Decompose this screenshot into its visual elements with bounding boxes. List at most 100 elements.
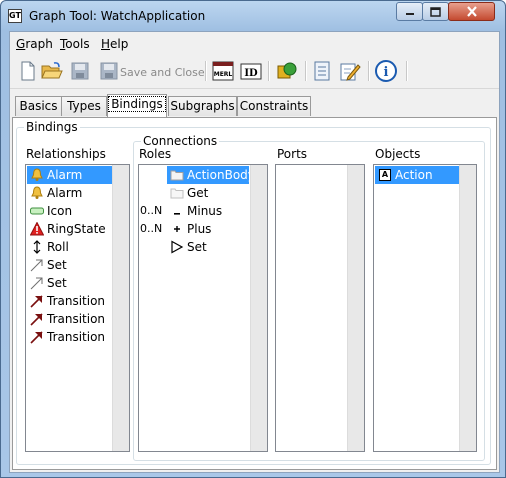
properties-icon: [314, 61, 330, 81]
objects-scrollbar[interactable]: [459, 165, 476, 451]
close-button[interactable]: [448, 2, 495, 21]
objects-label: Objects: [375, 147, 421, 161]
id-icon: ID: [240, 63, 262, 80]
save-and-close-icon-button[interactable]: [97, 60, 121, 82]
save-and-close-button[interactable]: Save and Close: [120, 66, 205, 79]
list-item[interactable]: Alarm: [27, 166, 112, 184]
arrow-icon: [30, 259, 43, 272]
role-cardinality: 0..N: [140, 204, 163, 217]
symbol-button[interactable]: [275, 60, 299, 82]
folder-icon: [170, 188, 184, 199]
list-item[interactable]: Transition: [27, 310, 112, 328]
toolbar-separator: [368, 61, 370, 81]
bindings-group-label: Bindings: [24, 120, 80, 134]
list-item[interactable]: Plus: [167, 220, 249, 238]
toolbar-separator: [305, 61, 307, 81]
menu-bar: Graph Tools Help: [10, 32, 499, 54]
list-item[interactable]: Alarm: [27, 184, 112, 202]
merl-button[interactable]: MERL: [211, 60, 235, 82]
properties-button[interactable]: [310, 60, 334, 82]
list-item[interactable]: RingState: [27, 220, 112, 238]
ports-scrollbar[interactable]: [347, 165, 364, 451]
toolbar-separator: [268, 61, 270, 81]
minimize-button[interactable]: [396, 2, 423, 21]
ports-label: Ports: [277, 147, 308, 161]
roles-label: Roles: [139, 147, 172, 161]
menu-tools[interactable]: Tools: [60, 37, 90, 51]
menu-graph[interactable]: Graph: [16, 37, 53, 51]
title-bar[interactable]: GT Graph Tool: WatchApplication: [1, 1, 505, 31]
list-item[interactable]: Set: [27, 256, 112, 274]
new-button[interactable]: [16, 60, 40, 82]
minimize-icon: [405, 12, 414, 15]
double-arrow-icon: [33, 240, 41, 254]
edit-button[interactable]: [338, 60, 362, 82]
list-item[interactable]: Roll: [27, 238, 112, 256]
list-item[interactable]: Icon: [27, 202, 112, 220]
symbol-shapes-icon: [277, 62, 297, 79]
edit-pencil-icon: [340, 63, 361, 81]
tab-subgraphs[interactable]: Subgraphs: [168, 96, 237, 116]
connections-group-label: Connections: [141, 134, 220, 148]
bindings-panel: Bindings Relationships Alarm Alarm Icon: [12, 117, 497, 470]
svg-text:MERL: MERL: [214, 71, 233, 78]
transition-arrow-icon: [30, 295, 43, 308]
minus-icon: [174, 213, 180, 215]
toolbar-separator: [205, 61, 207, 81]
list-item[interactable]: ActionBody: [167, 166, 255, 184]
tab-bindings[interactable]: Bindings: [107, 94, 167, 117]
plus-icon: [174, 226, 180, 232]
tab-strip: Basics Types Bindings Subgraphs Constrai…: [10, 94, 499, 118]
icon-shape-icon: [30, 207, 44, 215]
tab-basics[interactable]: Basics: [15, 96, 62, 116]
object-a-icon: A: [379, 169, 391, 181]
list-item[interactable]: Set: [167, 238, 249, 256]
save-disk-icon: [71, 62, 89, 80]
relationships-scrollbar[interactable]: [112, 165, 129, 451]
objects-list[interactable]: A Action: [373, 164, 477, 452]
transition-arrow-icon: [30, 331, 43, 344]
menu-help[interactable]: Help: [101, 37, 128, 51]
list-item[interactable]: Set: [27, 274, 112, 292]
list-item[interactable]: Transition: [27, 292, 112, 310]
toolbar: Save and Close MERL ID i: [10, 54, 499, 89]
maximize-button[interactable]: [422, 2, 449, 21]
role-cardinality: 0..N: [140, 222, 163, 235]
client-area: Graph Tools Help Save and Close MERL ID …: [9, 31, 500, 473]
relationships-label: Relationships: [26, 147, 106, 161]
ports-list[interactable]: [275, 164, 365, 452]
new-document-icon: [21, 61, 35, 81]
list-item[interactable]: Transition: [27, 328, 112, 346]
open-folder-icon: [41, 62, 63, 79]
list-item[interactable]: A Action: [375, 166, 459, 184]
transition-arrow-icon: [30, 313, 43, 326]
save-and-close-icon: [100, 62, 118, 80]
tab-types[interactable]: Types: [61, 96, 107, 116]
open-button[interactable]: [40, 60, 64, 82]
merl-icon: MERL: [212, 61, 234, 81]
id-button[interactable]: ID: [239, 60, 263, 82]
save-button[interactable]: [68, 60, 92, 82]
relationships-list[interactable]: Alarm Alarm Icon RingState Roll Set Set …: [25, 164, 130, 452]
info-button[interactable]: i: [374, 60, 398, 82]
close-icon: [466, 6, 477, 17]
list-item[interactable]: Get: [167, 184, 249, 202]
bell-icon: [31, 186, 43, 199]
roles-list[interactable]: ActionBody Get 0..N Minus 0..N Plus Set: [138, 164, 268, 452]
triangle-icon: [171, 240, 184, 254]
main-window: GT Graph Tool: WatchApplication Graph To…: [0, 0, 506, 478]
svg-text:i: i: [384, 65, 389, 80]
roles-scrollbar[interactable]: [250, 165, 267, 451]
tab-constraints[interactable]: Constraints: [237, 96, 311, 116]
warning-icon: [30, 222, 44, 236]
svg-text:ID: ID: [244, 68, 258, 79]
list-item[interactable]: Minus: [167, 202, 249, 220]
info-icon: i: [375, 60, 397, 82]
arrow-icon: [30, 277, 43, 290]
folder-icon: [170, 170, 184, 181]
toolbar-separator: [406, 61, 408, 81]
bell-icon: [31, 168, 43, 181]
window-title: Graph Tool: WatchApplication: [29, 9, 206, 23]
app-icon: GT: [8, 9, 22, 23]
maximize-icon: [430, 6, 441, 17]
